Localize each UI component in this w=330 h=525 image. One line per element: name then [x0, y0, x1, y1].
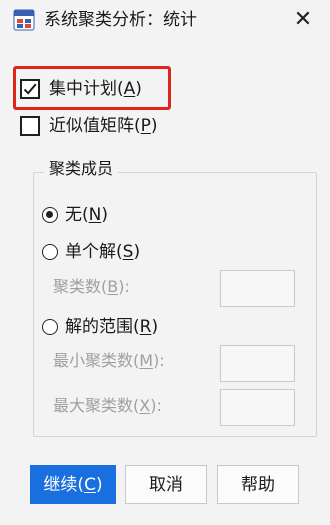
radio-single-solution-label: 单个解(S): [65, 242, 141, 262]
checkmark-icon: [23, 83, 37, 95]
min-clusters-input[interactable]: [220, 345, 295, 382]
cluster-analysis-icon: [13, 9, 35, 31]
radio-button[interactable]: [42, 207, 58, 223]
title-bar: 系统聚类分析：统计 ✕: [0, 0, 330, 40]
max-clusters-input[interactable]: [220, 389, 295, 426]
close-button[interactable]: ✕: [280, 2, 326, 38]
cluster-statistics-dialog: 系统聚类分析：统计 ✕ 集中计划(A) 近似值矩阵(P) 聚类成员 无(N) 单…: [0, 0, 330, 525]
radio-single-solution[interactable]: 单个解(S): [42, 239, 140, 265]
radio-range-of-solutions[interactable]: 解的范围(R): [42, 314, 158, 340]
radio-none-label: 无(N): [65, 205, 108, 225]
agglomeration-schedule-checkbox[interactable]: 集中计划(A): [20, 76, 142, 102]
cluster-membership-title: 聚类成员: [44, 158, 119, 180]
min-clusters-label: 最小聚类数(M):: [53, 351, 165, 370]
close-icon: ✕: [293, 7, 313, 32]
proximity-matrix-label: 近似值矩阵(P): [49, 116, 158, 136]
agglomeration-schedule-label: 集中计划(A): [49, 79, 142, 99]
radio-button[interactable]: [42, 319, 58, 335]
radio-none[interactable]: 无(N): [42, 202, 108, 228]
max-clusters-label: 最大聚类数(X):: [53, 396, 162, 415]
cancel-button[interactable]: 取消: [125, 465, 207, 504]
help-button[interactable]: 帮助: [217, 465, 299, 504]
proximity-matrix-checkbox[interactable]: 近似值矩阵(P): [20, 113, 158, 139]
radio-range-of-solutions-label: 解的范围(R): [65, 317, 159, 337]
radio-button[interactable]: [42, 244, 58, 260]
continue-button[interactable]: 继续(C): [30, 465, 116, 504]
checkbox-box[interactable]: [20, 116, 40, 136]
checkbox-box[interactable]: [20, 79, 40, 99]
num-clusters-input[interactable]: [220, 270, 295, 307]
num-clusters-label: 聚类数(B):: [53, 277, 130, 296]
window-title: 系统聚类分析：统计: [44, 10, 197, 30]
